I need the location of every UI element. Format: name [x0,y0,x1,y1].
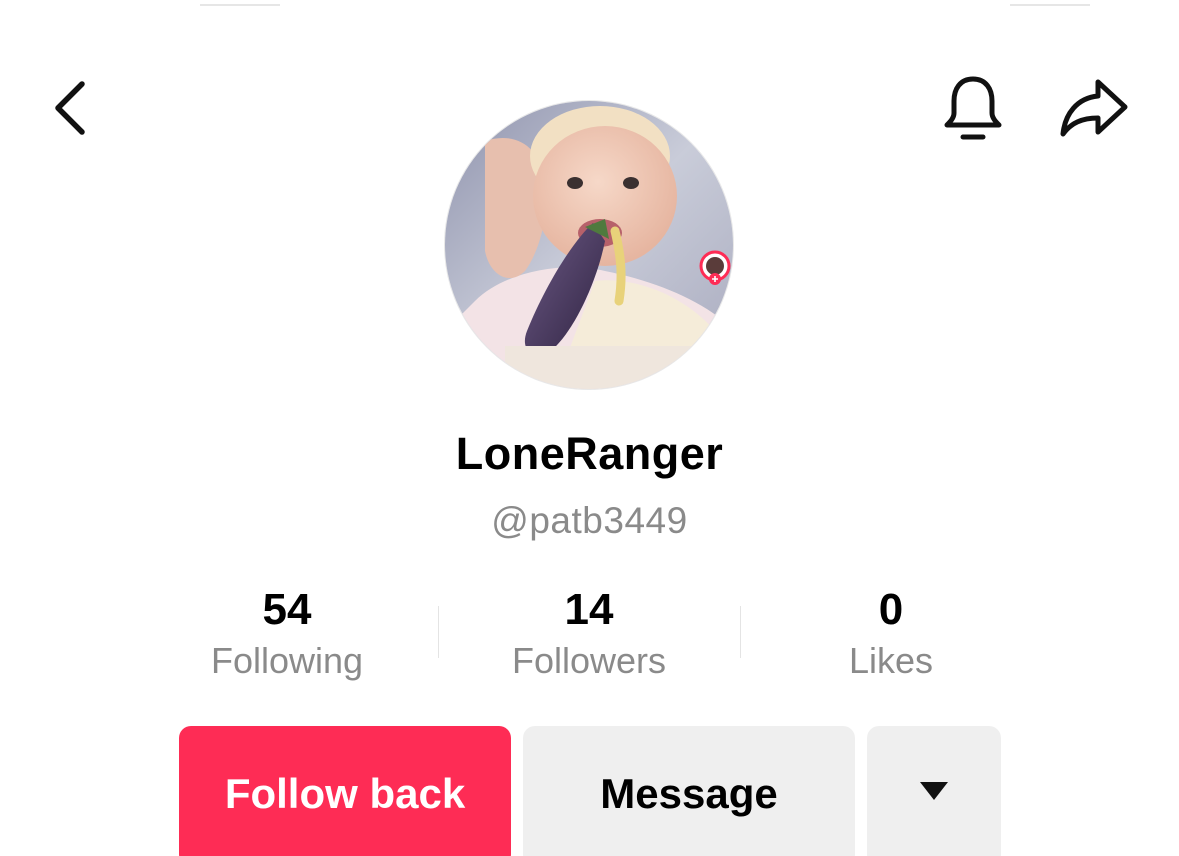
share-button[interactable] [1048,68,1140,148]
bell-icon [944,76,1002,140]
avatar-photo [445,101,733,389]
follow-back-label: Follow back [224,770,466,817]
stat-following[interactable]: 54 Following [137,582,437,684]
chevron-left-icon [55,81,85,135]
back-button[interactable] [34,68,106,148]
stat-followers-label: Followers [511,640,667,681]
caret-down-icon [920,782,948,800]
status-bar-edge [1010,0,1090,6]
stat-likes[interactable]: 0 Likes [741,582,1041,684]
message-label: Message [600,770,778,817]
stat-likes-label: Likes [848,640,934,681]
avatar[interactable] [444,100,734,390]
more-options-button[interactable] [867,726,1001,856]
follow-back-button[interactable]: Follow back [179,726,511,856]
stat-likes-count: 0 [878,585,904,634]
message-button[interactable]: Message [523,726,855,856]
profile-username: @patb3449 [491,500,688,541]
share-arrow-icon [1060,79,1128,137]
profile-display-name: LoneRanger [455,428,724,479]
stat-followers[interactable]: 14 Followers [439,582,739,684]
notification-bell-button[interactable] [930,68,1016,148]
avatar-container[interactable] [444,100,736,392]
profile-screen: LoneRanger @patb3449 54 Following 14 Fol… [0,0,1179,856]
stat-following-label: Following [210,640,364,681]
status-bar-edge [200,0,280,6]
stat-following-count: 54 [262,585,312,634]
stat-followers-count: 14 [564,585,614,634]
